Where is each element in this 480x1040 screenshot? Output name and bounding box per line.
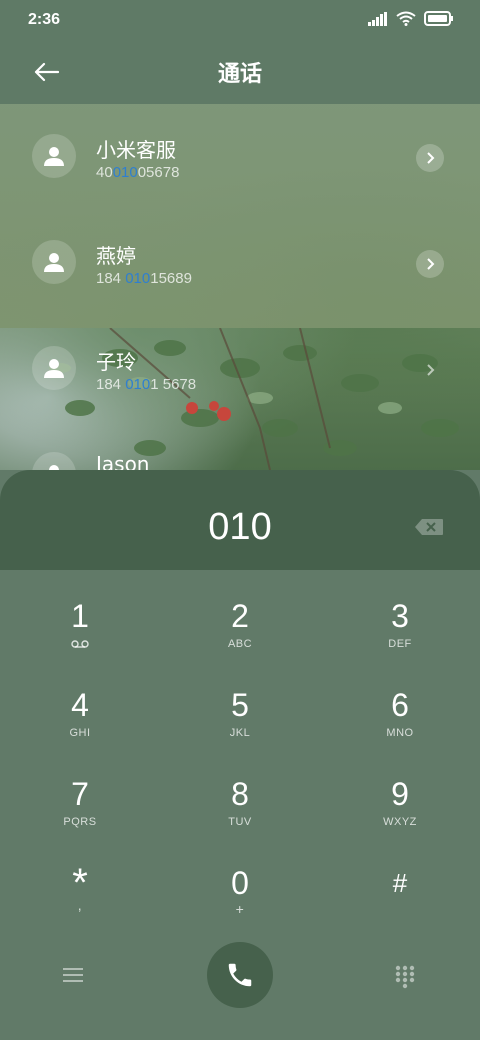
key-digit: 1 <box>71 598 89 634</box>
avatar <box>32 134 76 178</box>
avatar <box>32 346 76 390</box>
key-letters: WXYZ <box>383 816 417 828</box>
key-digit: 2 <box>231 598 249 634</box>
key-5[interactable]: 5 JKL <box>160 659 320 748</box>
key-4[interactable]: 4 GHI <box>0 659 160 748</box>
dial-display: 010 <box>0 470 480 570</box>
key-8[interactable]: 8 TUV <box>160 748 320 837</box>
person-icon <box>49 465 59 470</box>
key-2[interactable]: 2 ABC <box>160 570 320 659</box>
key-hash[interactable]: # <box>320 837 480 926</box>
key-6[interactable]: 6 MNO <box>320 659 480 748</box>
key-letters: MNO <box>386 727 414 739</box>
page-title: 通话 <box>217 62 262 87</box>
key-letters: TUV <box>228 816 252 828</box>
key-digit: 6 <box>391 687 409 723</box>
contact-number: 4001005678 <box>96 164 180 181</box>
wifi-icon <box>396 11 416 26</box>
key-letters: + <box>235 901 245 917</box>
key-digit: 8 <box>231 776 249 812</box>
contact-number: 184 01015689 <box>96 270 192 287</box>
key-letters: GHI <box>69 727 91 739</box>
bottom-action-bar <box>0 930 480 1040</box>
contact-name: 小米客服 <box>96 138 176 162</box>
menu-icon <box>63 968 83 982</box>
key-digit: 9 <box>391 776 409 812</box>
contact-name: 子玲 <box>96 350 136 374</box>
key-letters: DEF <box>388 638 412 650</box>
key-digit: # <box>392 868 408 898</box>
contact-row[interactable]: 燕婷 184 01015689 <box>0 210 480 316</box>
status-bar: 2:36 <box>0 0 480 40</box>
key-digit: 0 <box>231 865 249 901</box>
avatar <box>32 240 76 284</box>
person-icon <box>44 253 64 272</box>
menu-button[interactable] <box>56 960 90 990</box>
contact-detail-button[interactable] <box>416 356 444 384</box>
key-1[interactable]: 1 <box>0 570 160 659</box>
dialpad-icon <box>395 965 415 989</box>
dialpad: 1 2 ABC 3 DEF 4 GHI 5 JKL 6 MNO 7 PQRS 8… <box>0 570 480 930</box>
backspace-icon[interactable] <box>414 518 444 536</box>
key-0[interactable]: 0 + <box>160 837 320 926</box>
key-7[interactable]: 7 PQRS <box>0 748 160 837</box>
key-letters: , <box>77 897 83 913</box>
person-icon <box>44 147 64 166</box>
key-digit: 7 <box>71 776 89 812</box>
dialpad-toggle-button[interactable] <box>388 960 422 994</box>
contact-row[interactable]: 子玲 184 0101 5678 <box>0 316 480 422</box>
key-digit: 5 <box>231 687 249 723</box>
signal-icon <box>368 11 387 26</box>
avatar <box>32 452 76 470</box>
battery-icon <box>424 11 453 26</box>
header: 通话 <box>0 40 480 104</box>
contact-name: 燕婷 <box>96 244 136 268</box>
key-letters: PQRS <box>63 816 97 828</box>
dialed-number: 010 <box>208 506 272 548</box>
voicemail-icon <box>71 640 89 648</box>
contact-detail-button[interactable] <box>416 144 444 172</box>
key-digit: * <box>72 861 88 905</box>
status-time: 2:36 <box>28 11 61 28</box>
contact-suggestions: 小米客服 4001005678 燕婷 184 01015689 子玲 184 0… <box>0 104 480 470</box>
key-digit: 4 <box>71 687 89 723</box>
key-letters: ABC <box>227 638 253 650</box>
status-icons <box>368 11 454 26</box>
key-3[interactable]: 3 DEF <box>320 570 480 659</box>
contact-row[interactable]: 小米客服 4001005678 <box>0 104 480 210</box>
chevron-right-icon <box>427 364 435 376</box>
chevron-right-icon <box>427 152 435 164</box>
key-letters: JKL <box>229 727 251 739</box>
contact-detail-button[interactable] <box>416 250 444 278</box>
chevron-right-icon <box>427 258 435 270</box>
key-digit: 3 <box>391 598 409 634</box>
person-icon <box>44 359 64 378</box>
contact-row[interactable]: Jason <box>0 422 480 470</box>
contact-name: Jason <box>96 452 150 470</box>
key-star[interactable]: * , <box>0 837 160 926</box>
call-button[interactable] <box>207 942 273 1008</box>
contact-number: 184 0101 5678 <box>96 376 197 393</box>
key-9[interactable]: 9 WXYZ <box>320 748 480 837</box>
phone-icon <box>228 963 252 987</box>
